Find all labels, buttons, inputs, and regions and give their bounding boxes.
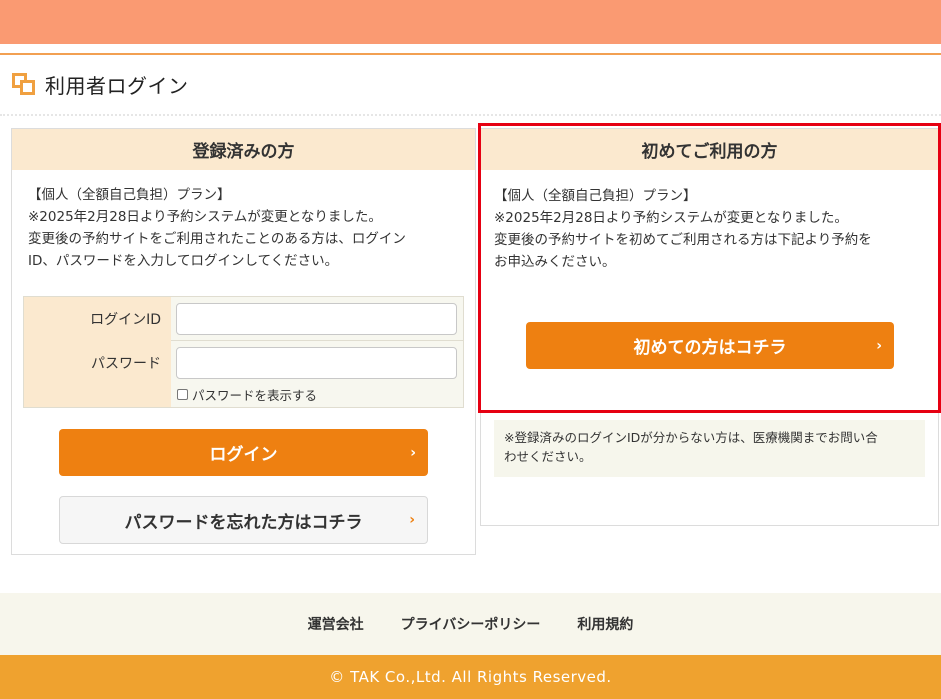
show-password-checkbox[interactable] (177, 389, 188, 400)
password-row: パスワード パスワードを表示する (24, 341, 463, 407)
first-time-notice: 【個人（全額自己負担）プラン】 ※2025年2月28日より予約システムが変更とな… (494, 185, 929, 273)
footer-link-privacy-policy[interactable]: プライバシーポリシー (401, 614, 541, 634)
notice-line: 【個人（全額自己負担）プラン】 (494, 188, 697, 204)
notice-line: ID、パスワードを入力してログインしてください。 (28, 253, 339, 269)
show-password-toggle[interactable]: パスワードを表示する (177, 385, 317, 404)
copyright: © TAK Co.,Ltd. All Rights Reserved. (0, 655, 941, 699)
info-note-line: ※登録済みのログインIDが分からない方は、医療機関までお問い合 (504, 430, 878, 445)
first-time-button-label: 初めての方はコチラ (633, 338, 787, 358)
registered-user-panel: 登録済みの方 【個人（全額自己負担）プラン】 ※2025年2月28日より予約シス… (11, 128, 476, 555)
page-title: 利用者ログイン (45, 73, 189, 98)
page-heading: 利用者ログイン (12, 70, 189, 98)
forgot-password-button-label: パスワードを忘れた方はコチラ (124, 512, 363, 533)
password-input[interactable] (176, 347, 457, 379)
heading-dotted-divider (0, 114, 941, 116)
header-divider-line (0, 53, 941, 55)
footer-nav: 運営会社 プライバシーポリシー 利用規約 (0, 593, 941, 655)
notice-line: お申込みください。 (494, 254, 616, 270)
first-time-user-panel: 初めてご利用の方 【個人（全額自己負担）プラン】 ※2025年2月28日より予約… (479, 123, 941, 527)
login-id-input[interactable] (176, 303, 457, 335)
notice-line: ※2025年2月28日より予約システムが変更となりました。 (494, 210, 848, 226)
login-id-label: ログインID (24, 297, 171, 341)
first-time-panel-header: 初めてご利用の方 (481, 129, 938, 170)
footer-link-company[interactable]: 運営会社 (308, 614, 364, 634)
top-header-band (0, 0, 941, 44)
forgot-password-button[interactable]: パスワードを忘れた方はコチラ › (59, 496, 428, 544)
info-note-line: わせください。 (504, 449, 592, 464)
password-label: パスワード (24, 341, 171, 407)
login-id-help-note: ※登録済みのログインIDが分からない方は、医療機関までお問い合 わせください。 (494, 420, 925, 477)
registered-panel-header: 登録済みの方 (12, 129, 475, 170)
notice-line: ※2025年2月28日より予約システムが変更となりました。 (28, 209, 382, 225)
login-id-row: ログインID (24, 297, 463, 341)
login-button[interactable]: ログイン › (59, 429, 428, 476)
show-password-label: パスワードを表示する (192, 388, 318, 403)
registered-notice: 【個人（全額自己負担）プラン】 ※2025年2月28日より予約システムが変更とな… (28, 184, 468, 272)
notice-line: 【個人（全額自己負担）プラン】 (28, 187, 231, 203)
notice-line: 変更後の予約サイトを初めてご利用される方は下記より予約を (494, 232, 872, 248)
overlapping-squares-icon (12, 72, 36, 96)
login-form: ログインID パスワード パスワードを表示する (23, 296, 464, 408)
chevron-right-icon: › (410, 444, 416, 461)
notice-line: 変更後の予約サイトをご利用されたことのある方は、ログイン (28, 231, 406, 247)
login-button-label: ログイン (209, 445, 278, 465)
footer-link-terms[interactable]: 利用規約 (577, 614, 633, 634)
chevron-right-icon: › (876, 337, 882, 354)
chevron-right-icon: › (409, 512, 415, 528)
first-time-button[interactable]: 初めての方はコチラ › (526, 322, 894, 369)
